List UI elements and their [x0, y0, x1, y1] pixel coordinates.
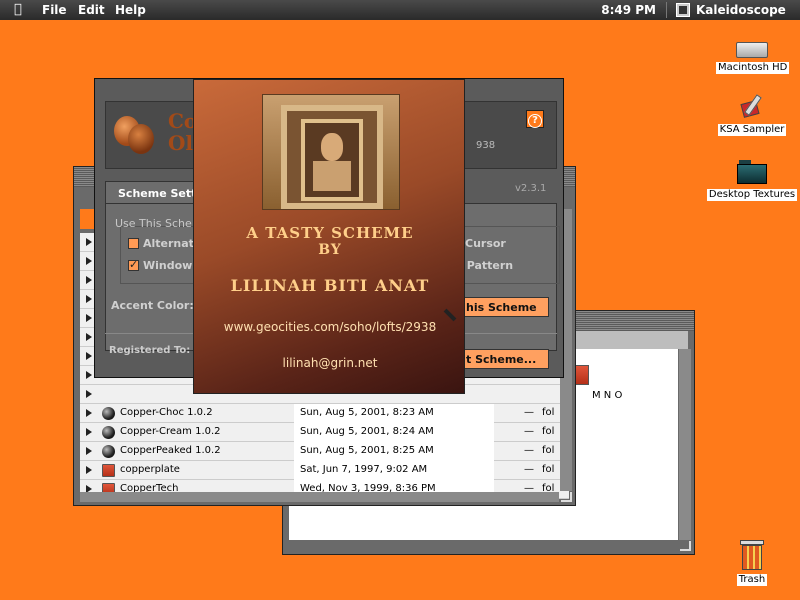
menu-bar:  File Edit Help 8:49 PM Kaleidoscope	[0, 0, 800, 20]
registration-number: 938	[476, 140, 496, 151]
scheme-document-icon	[102, 464, 115, 477]
desktop-icon-desktop-textures[interactable]: Desktop Textures	[704, 160, 800, 201]
desktop-icon-label: KSA Sampler	[717, 124, 787, 136]
about-scheme-splash[interactable]: A TASTY SCHEME BY LILINAH BITI ANAT www.…	[193, 79, 465, 394]
item-date: Sun, Aug 5, 2001, 8:23 AM	[300, 407, 434, 418]
menu-help[interactable]: Help	[115, 3, 146, 17]
horizontal-scrollbar[interactable]	[80, 492, 559, 502]
accent-color-label: Accent Color:	[111, 299, 194, 312]
item-kind: fol	[542, 445, 555, 456]
menu-clock[interactable]: 8:49 PM	[601, 3, 656, 17]
splash-author: LILINAH BITI ANAT	[230, 276, 430, 295]
disclosure-triangle-icon[interactable]	[86, 371, 92, 379]
scheme-ball-icon	[102, 407, 115, 420]
item-name: Copper-Choc 1.0.2	[120, 407, 213, 418]
item-size: —	[524, 426, 534, 437]
window-checkbox-label: Window	[143, 259, 193, 272]
apple-menu-icon[interactable]: 	[14, 2, 28, 18]
disclosure-triangle-icon[interactable]	[86, 466, 92, 474]
list-item[interactable]: Copper-Choc 1.0.2 Sun, Aug 5, 2001, 8:23…	[80, 404, 569, 423]
application-menu[interactable]: Kaleidoscope	[696, 3, 786, 17]
item-kind: fol	[542, 426, 555, 437]
item-date: Sat, Jun 7, 1997, 9:02 AM	[300, 464, 428, 475]
use-scheme-label: Use This Sche	[115, 217, 192, 230]
scheme-ball-icon	[102, 426, 115, 439]
splash-url: www.geocities.com/soho/lofts/2938	[223, 320, 437, 334]
list-item[interactable]: CopperPeaked 1.0.2 Sun, Aug 5, 2001, 8:2…	[80, 442, 569, 461]
item-name: Copper-Cream 1.0.2	[120, 426, 221, 437]
item-date: Sun, Aug 5, 2001, 8:24 AM	[300, 426, 434, 437]
disclosure-triangle-icon[interactable]	[86, 257, 92, 265]
help-icon: ?	[528, 114, 542, 128]
desktop-icon-label: Trash	[736, 574, 768, 586]
window-checkbox[interactable]	[128, 258, 139, 271]
alternate-checkbox[interactable]	[128, 238, 139, 249]
splash-email: lilinah@grin.net	[282, 356, 378, 370]
vertical-scrollbar[interactable]	[679, 349, 691, 540]
menu-edit[interactable]: Edit	[78, 3, 105, 17]
disclosure-triangle-icon[interactable]	[86, 352, 92, 360]
splash-by: BY	[318, 242, 342, 258]
item-size: —	[524, 445, 534, 456]
application-menu-icon[interactable]	[676, 3, 690, 17]
menu-file[interactable]: File	[42, 3, 67, 17]
disclosure-triangle-icon[interactable]	[86, 333, 92, 341]
list-item[interactable]: Copper-Cream 1.0.2 Sun, Aug 5, 2001, 8:2…	[80, 423, 569, 442]
disclosure-triangle-icon[interactable]	[86, 428, 92, 436]
desktop-icon-label: Macintosh HD	[716, 62, 790, 74]
disclosure-triangle-icon[interactable]	[86, 276, 92, 284]
disclosure-triangle-icon[interactable]	[86, 295, 92, 303]
desktop-icon-ksa-sampler[interactable]: KSA Sampler	[716, 92, 788, 136]
alternate-checkbox-label: Alternat	[143, 237, 194, 250]
splash-tagline: A TASTY SCHEME	[246, 224, 414, 242]
menu-separator	[666, 2, 667, 18]
disclosure-triangle-icon[interactable]	[86, 314, 92, 322]
list-item[interactable]: copperplate Sat, Jun 7, 1997, 9:02 AM — …	[80, 461, 569, 480]
egyptian-portrait-image	[262, 94, 400, 210]
select-scheme-button[interactable]: t Scheme...	[457, 349, 549, 369]
help-button[interactable]: ?	[526, 110, 544, 128]
item-size: —	[524, 464, 534, 475]
use-this-scheme-button[interactable]: his Scheme	[457, 297, 549, 317]
cursor-checkbox-label[interactable]: Cursor	[465, 237, 506, 250]
item-name: copperplate	[120, 464, 180, 475]
folder-icon	[737, 160, 767, 184]
disclosure-triangle-icon[interactable]	[86, 238, 92, 246]
item-size: —	[524, 407, 534, 418]
disclosure-triangle-icon[interactable]	[86, 409, 92, 417]
item-date: Sun, Aug 5, 2001, 8:25 AM	[300, 445, 434, 456]
desktop-icon-trash[interactable]: Trash	[726, 540, 778, 586]
disclosure-triangle-icon[interactable]	[86, 390, 92, 398]
desktop-icon-label: Desktop Textures	[706, 189, 798, 201]
desktop-icon-macintosh-hd[interactable]: Macintosh HD	[716, 42, 790, 74]
hard-drive-icon	[736, 42, 768, 58]
scheme-ball-icon	[102, 445, 115, 458]
item-label-fragment: M N O	[592, 390, 623, 401]
disclosure-triangle-icon[interactable]	[86, 447, 92, 455]
app-icon	[738, 92, 766, 120]
resize-handle[interactable]	[561, 492, 572, 502]
version-label: v2.3.1	[515, 183, 547, 194]
registered-to-label: Registered To:	[109, 345, 191, 356]
item-name: CopperPeaked 1.0.2	[120, 445, 221, 456]
trash-icon	[739, 540, 765, 570]
resize-handle[interactable]	[680, 541, 691, 551]
item-kind: fol	[542, 407, 555, 418]
copper-coins-icon	[112, 110, 156, 160]
item-kind: fol	[542, 464, 555, 475]
